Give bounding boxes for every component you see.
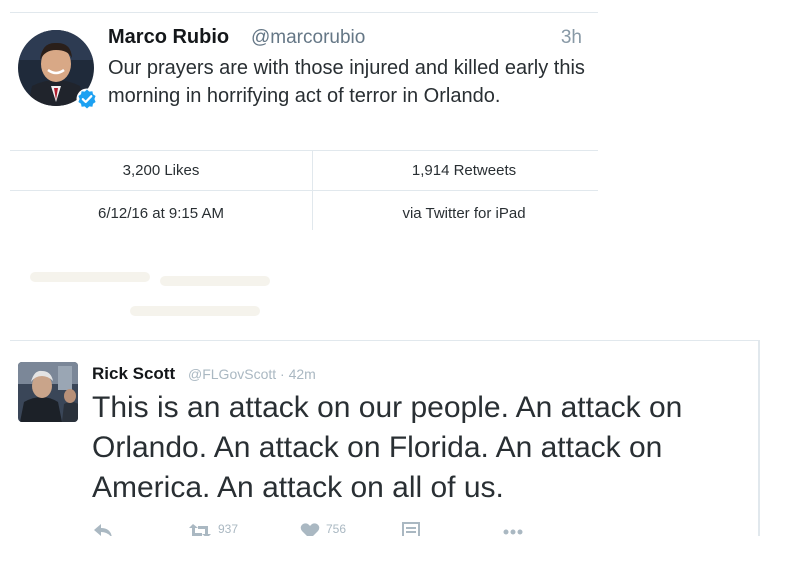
- tweet-text: This is an attack on our people. An atta…: [92, 391, 683, 504]
- scan-artifact: [160, 276, 270, 286]
- like-count: 756: [326, 522, 347, 536]
- divider: [10, 150, 598, 151]
- retweet-icon: [189, 524, 211, 536]
- like-button[interactable]: 756: [300, 522, 346, 536]
- reply-icon: [94, 524, 112, 536]
- tweet-timestamp: 6/12/16 at 9:15 AM: [98, 205, 224, 222]
- divider: [10, 12, 598, 13]
- user-handle[interactable]: @FLGovScott · 42m: [188, 366, 316, 382]
- tweet-actions: 937 756: [92, 522, 532, 536]
- retweet-button[interactable]: 937: [188, 522, 238, 536]
- tweet-text: Our prayers are with those injured and k…: [108, 57, 585, 107]
- reply-button[interactable]: [92, 522, 114, 536]
- avatar[interactable]: [18, 362, 78, 422]
- user-handle-text: @FLGovScott: [188, 366, 277, 382]
- more-icon: [503, 529, 523, 535]
- display-name[interactable]: Rick Scott: [92, 364, 175, 384]
- divider: [758, 340, 760, 536]
- scan-artifact: [130, 306, 260, 316]
- scan-artifact: [30, 272, 150, 282]
- tweet-stats: 3,200 Likes 1,914 Retweets 6/12/16 at 9:…: [10, 150, 598, 230]
- display-name[interactable]: Marco Rubio: [108, 26, 229, 49]
- tweet-scott: Rick Scott @FLGovScott · 42m This is an …: [10, 340, 760, 536]
- retweets-count[interactable]: 1,914 Retweets: [313, 162, 615, 179]
- divider: [10, 340, 760, 341]
- tweet-time[interactable]: 3h: [561, 27, 582, 49]
- stats-button[interactable]: [402, 522, 420, 536]
- user-handle[interactable]: @marcorubio: [251, 27, 365, 49]
- more-button[interactable]: [502, 522, 524, 536]
- like-icon: [300, 523, 320, 536]
- tweet-rubio: Marco Rubio @marcorubio 3h Our prayers a…: [10, 12, 598, 230]
- verified-badge-icon: [76, 88, 98, 110]
- tweet-time[interactable]: · 42m: [280, 366, 316, 382]
- tweet-source[interactable]: via Twitter for iPad: [313, 205, 615, 222]
- stats-icon: [402, 522, 420, 536]
- divider: [10, 190, 598, 191]
- retweet-count: 937: [218, 522, 239, 536]
- likes-count[interactable]: 3,200 Likes: [10, 162, 312, 179]
